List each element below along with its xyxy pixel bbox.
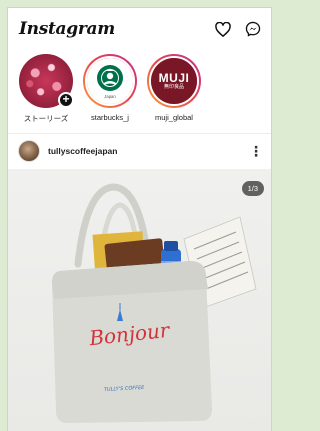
messenger-icon[interactable] [245,21,261,37]
post-author-avatar[interactable] [18,140,40,162]
top-icons [215,21,261,37]
story-avatar-ring: Japan [83,54,137,108]
add-story-icon[interactable]: + [58,92,74,108]
story-label: muji_global [155,113,193,122]
muji-logo-text: MUJI [158,70,190,85]
image-counter-badge: 1/3 [241,181,264,196]
stories-tray: + ストーリーズ Japan starbucks_j MUJI 無印良品 muj… [8,50,271,133]
story-starbucks[interactable]: Japan starbucks_j [82,54,138,133]
instagram-logo[interactable]: Instagram [19,19,115,39]
more-options-icon[interactable]: ⋮ [249,144,263,158]
story-avatar-ring: MUJI 無印良品 [147,54,201,108]
starbucks-logo-icon: Japan [87,58,133,104]
tote-bag-illustration: Bonjour TULLY'S COFFEE [52,183,257,423]
heart-icon[interactable] [215,21,231,37]
story-label: ストーリーズ [23,114,69,123]
story-own[interactable]: + ストーリーズ [18,54,74,133]
story-label: starbucks_j [91,113,129,122]
top-bar: Instagram [8,8,271,50]
starbucks-sub-text: Japan [104,94,116,99]
story-muji[interactable]: MUJI 無印良品 muji_global [146,54,202,133]
post-header: tullyscoffeejapan ⋮ [8,134,271,168]
instagram-feed-screen: Instagram + ストーリーズ Japan starbucks_j MUJ… [7,7,272,431]
story-avatar-own: + [19,54,74,108]
muji-logo: MUJI 無印良品 [151,58,197,104]
post-image[interactable]: Bonjour TULLY'S COFFEE 1/3 [8,169,271,431]
muji-logo-subtext: 無印良品 [163,83,184,90]
post-username[interactable]: tullyscoffeejapan [48,146,249,156]
